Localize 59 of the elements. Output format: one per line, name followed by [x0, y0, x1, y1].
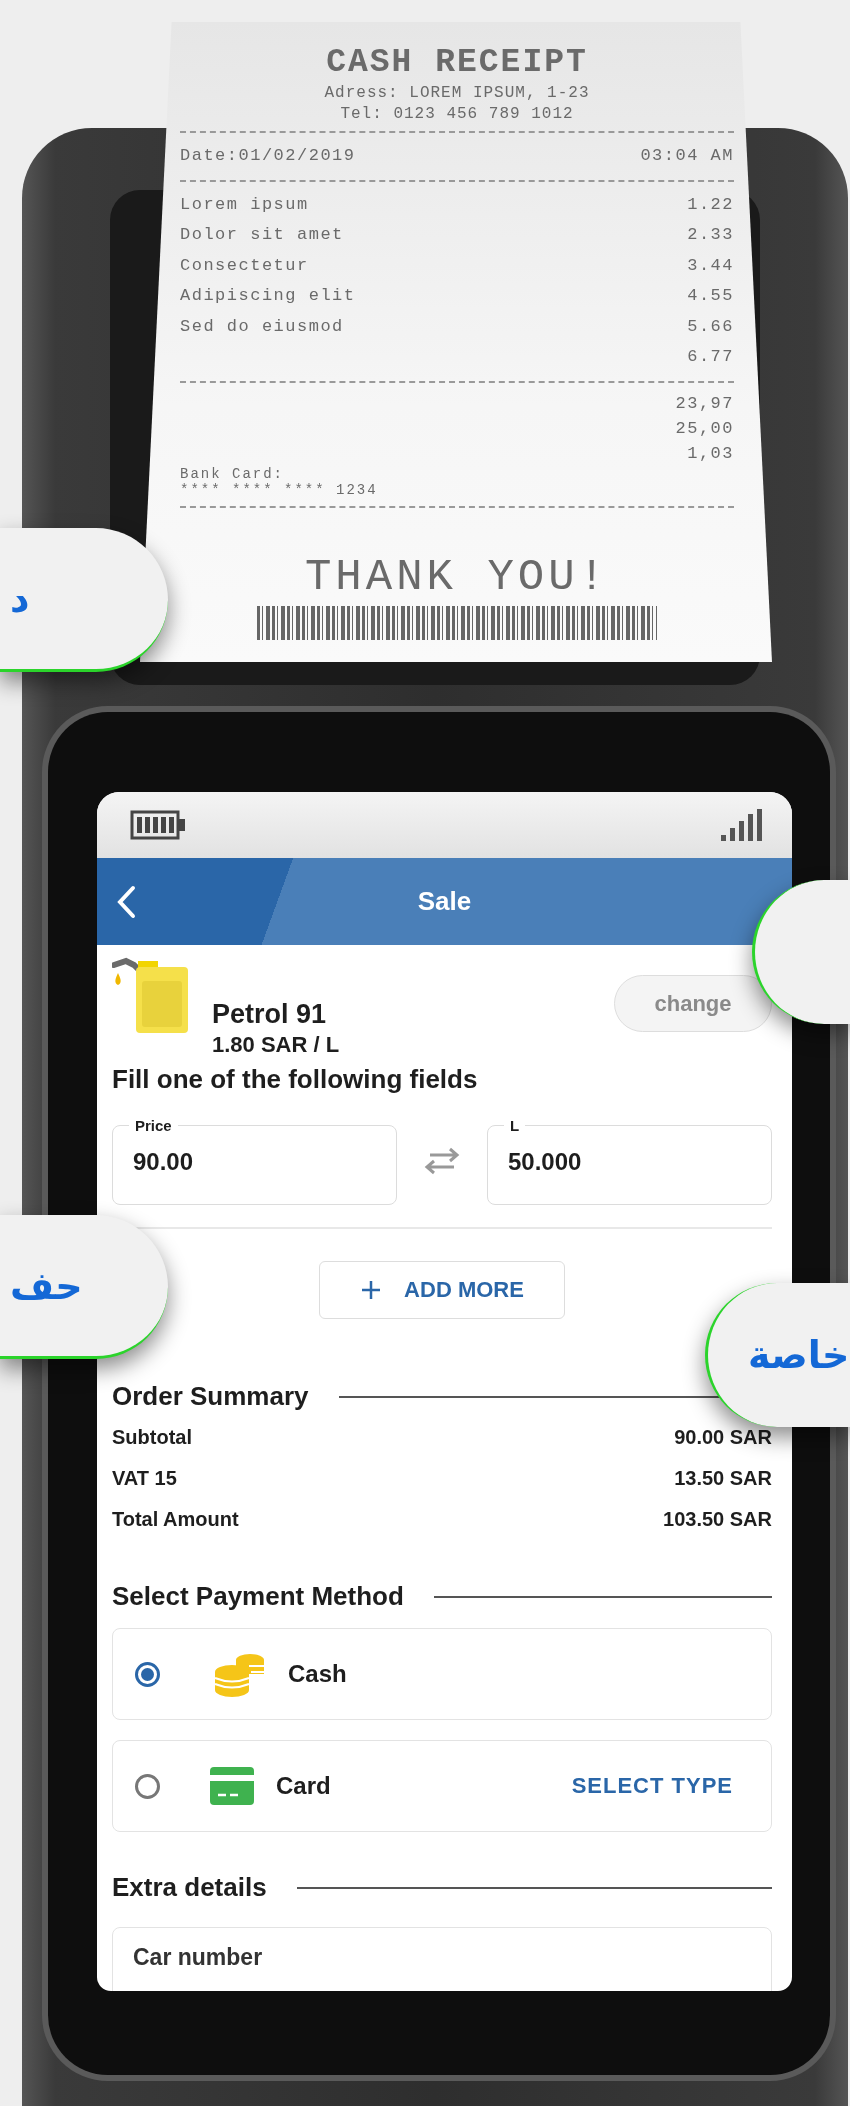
- receipt-total: 25,00: [675, 417, 734, 440]
- summary-value: 103.50 SAR: [663, 1508, 772, 1531]
- receipt-item-price: 1.22: [687, 193, 734, 216]
- radio-button[interactable]: [135, 1661, 160, 1687]
- receipt-item-name: Adipiscing elit: [180, 285, 356, 307]
- receipt-address: Adress: LOREM IPSUM, 1-23: [324, 84, 590, 102]
- input-field[interactable]: Price 90.00: [112, 1117, 397, 1205]
- receipt-item-price: 4.55: [687, 285, 734, 307]
- card-icon: [210, 1767, 254, 1805]
- card-label: Bank Card:: [180, 465, 284, 482]
- receipt-title: CASH RECEIPT: [326, 44, 588, 81]
- field-label: L: [509, 1117, 521, 1134]
- receipt-item-price: 2.33: [687, 224, 734, 246]
- screen-title: Sale: [417, 886, 472, 916]
- field-label: Price: [134, 1117, 173, 1134]
- instruction-text: Fill one of the following fields: [112, 1064, 479, 1095]
- callout-text: حف: [10, 1263, 83, 1308]
- callout-text: خاصة: [748, 1333, 850, 1377]
- thank-you-text: THANK YOU!: [304, 551, 609, 602]
- summary-value: 13.50 SAR: [674, 1467, 772, 1490]
- product-price: 1.80 SAR / L: [212, 1032, 340, 1058]
- add-more-button[interactable]: ADD MORE: [319, 1261, 565, 1319]
- receipt-time: 03:04 AM: [640, 145, 734, 167]
- product-name: Petrol 91: [212, 999, 328, 1030]
- receipt-item-price: 6.77: [687, 346, 734, 368]
- receipt-item-name: Lorem ipsum: [180, 193, 309, 216]
- signal-icon: [721, 809, 762, 841]
- section-heading: Order Summary: [112, 1381, 309, 1412]
- summary-label: Total Amount: [112, 1508, 239, 1531]
- payment-label: Cash: [288, 1660, 347, 1688]
- receipt-total: 1,03: [687, 442, 734, 465]
- callout-text: د: [10, 576, 30, 621]
- swap-icon: [422, 1145, 462, 1177]
- receipt-item-price: 5.66: [687, 315, 734, 338]
- select-type-link[interactable]: SELECT TYPE: [565, 1772, 739, 1800]
- receipt-item-name: Sed do eiusmod: [180, 315, 344, 338]
- payment-option[interactable]: Cash: [112, 1628, 772, 1720]
- fuel-can-icon: [112, 955, 190, 1035]
- summary-label: VAT 15: [112, 1467, 177, 1490]
- radio-button[interactable]: [135, 1773, 160, 1799]
- card-number: **** **** **** 1234: [180, 481, 378, 498]
- section-heading: Extra details: [112, 1872, 267, 1903]
- section-heading: Select Payment Method: [112, 1581, 404, 1612]
- input-field[interactable]: Car number: [112, 1927, 772, 1991]
- receipt-total: 23,97: [675, 392, 734, 415]
- payment-label: Card: [276, 1772, 331, 1800]
- receipt-item-name: Dolor sit amet: [180, 224, 344, 246]
- back-icon: [115, 884, 137, 919]
- summary-value: 90.00 SAR: [674, 1426, 772, 1449]
- receipt-item-name: Consectetur: [180, 254, 309, 277]
- receipt-item-price: 3.44: [687, 254, 734, 277]
- field-value: 90.00: [133, 1147, 195, 1176]
- plus-icon: [360, 1279, 383, 1301]
- summary-label: Subtotal: [112, 1426, 192, 1449]
- receipt-phone: Tel: 0123 456 789 1012: [340, 105, 574, 123]
- receipt-date: Date:01/02/2019: [180, 145, 356, 167]
- payment-option[interactable]: Card SELECT TYPE: [112, 1740, 772, 1832]
- battery-icon: [130, 810, 186, 840]
- field-value: 50.000: [508, 1147, 583, 1176]
